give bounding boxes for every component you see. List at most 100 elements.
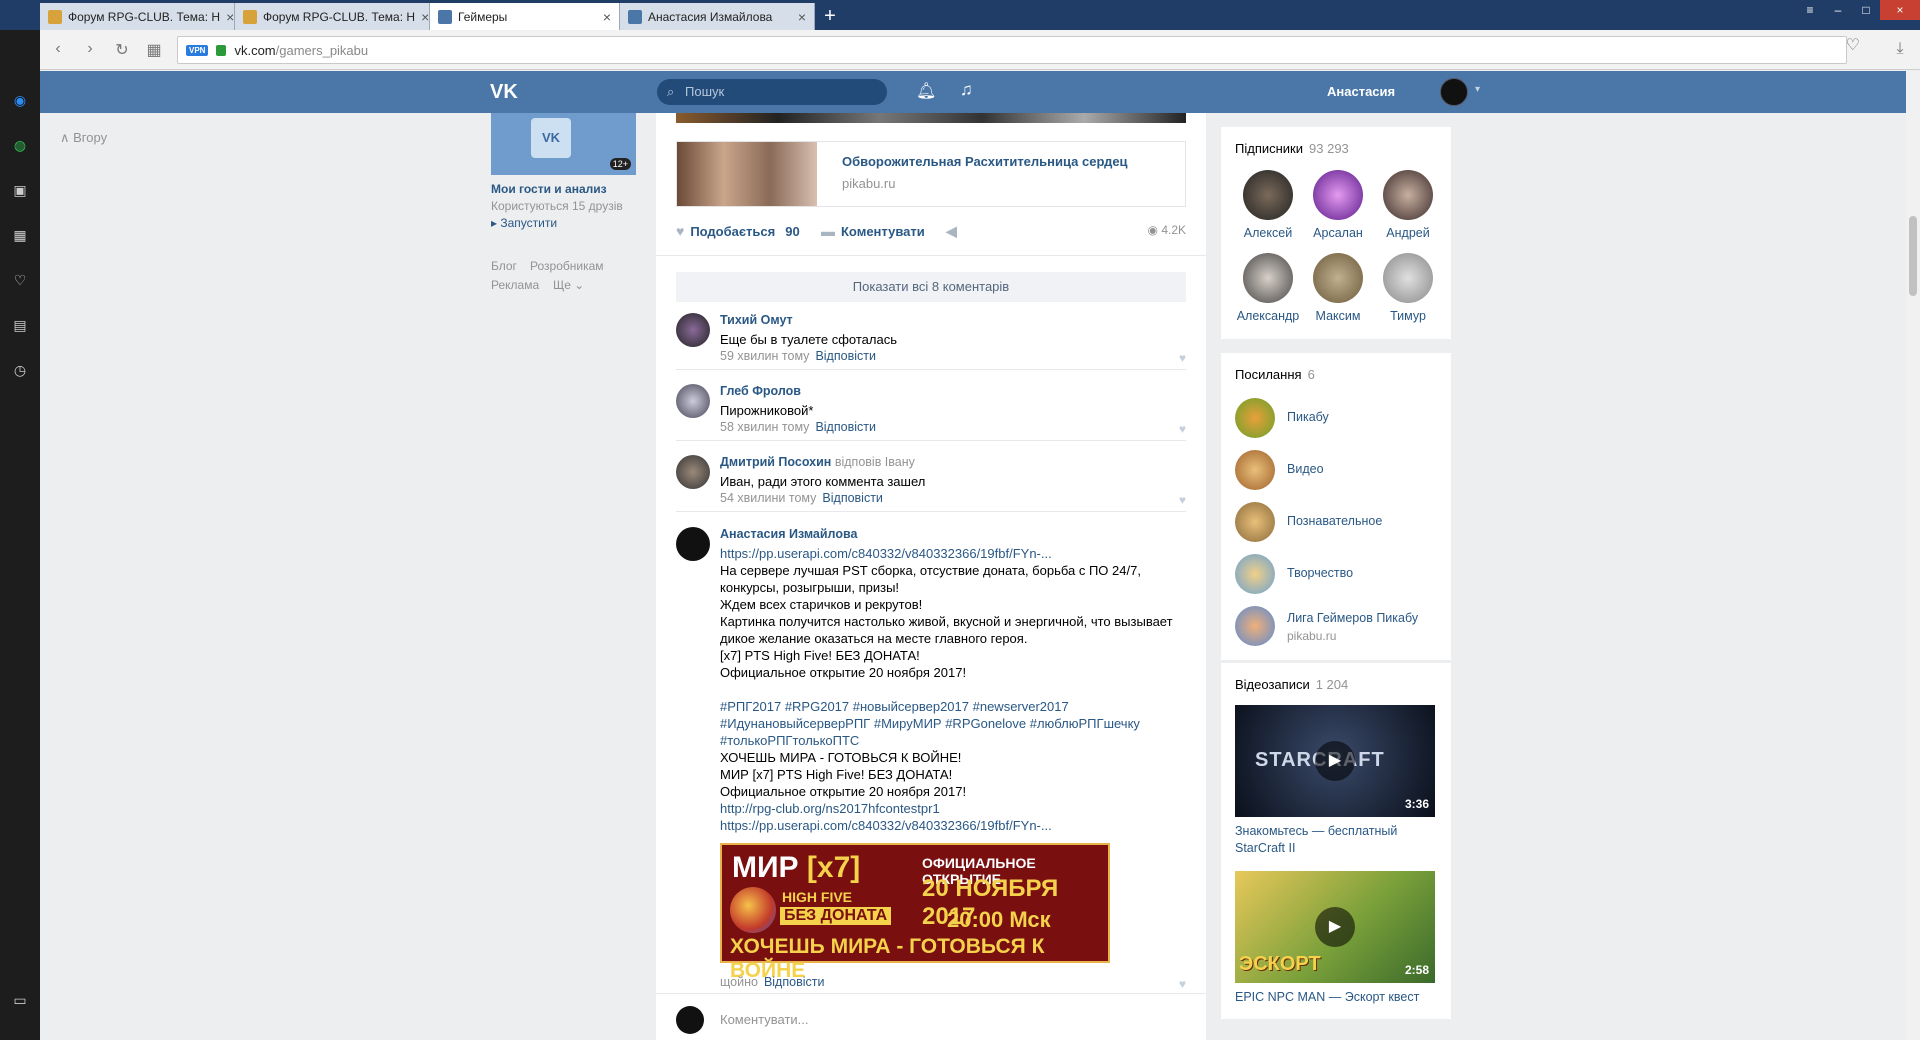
- video-title[interactable]: EPIC NPC MAN — Эскорт квест: [1235, 989, 1445, 1006]
- lock-icon[interactable]: [216, 44, 227, 56]
- comment-banner-image[interactable]: МИР [x7] ОФИЦИАЛЬНОЕ ОТКРЫТИЕ 20 НОЯБРЯ …: [720, 843, 1110, 982]
- hashtags[interactable]: #ИдунановыйсерверРПГ #МируМИР #RPGonelov…: [720, 715, 1186, 732]
- comment-link[interactable]: https://pp.userapi.com/c840332/v84033236…: [720, 545, 1186, 562]
- reply-link[interactable]: Відповісти: [764, 975, 825, 989]
- music-note-icon[interactable]: ♫: [960, 80, 973, 100]
- hashtags[interactable]: #РПГ2017 #RPG2017 #новыйсервер2017 #news…: [720, 698, 1186, 715]
- reload-icon[interactable]: ↻: [112, 40, 132, 60]
- tabs-grid-icon[interactable]: ▦: [144, 40, 164, 60]
- subscriber-item[interactable]: Александр: [1235, 253, 1301, 323]
- vpn-badge[interactable]: VPN: [186, 44, 209, 56]
- whatsapp-icon[interactable]: ◍: [10, 135, 30, 155]
- speed-dial-icon[interactable]: ▦: [10, 225, 30, 245]
- link-item[interactable]: Пикабу: [1235, 398, 1445, 438]
- comment-time[interactable]: 54 хвилини тому: [720, 491, 816, 505]
- shared-link-title[interactable]: Обворожительная Расхитительница сердец: [842, 154, 1128, 169]
- avatar[interactable]: [1440, 78, 1468, 106]
- footer-ads[interactable]: Реклама: [491, 278, 539, 292]
- like-heart-icon[interactable]: ♥: [1179, 493, 1186, 507]
- links-title[interactable]: Посилання 6: [1235, 367, 1315, 382]
- camera-icon[interactable]: ▣: [10, 180, 30, 200]
- avatar[interactable]: [676, 527, 710, 561]
- link-item[interactable]: Лига Геймеров Пикабу pikabu.ru: [1235, 606, 1445, 646]
- close-icon[interactable]: ×: [798, 9, 806, 25]
- close-icon[interactable]: ×: [421, 9, 429, 25]
- download-icon[interactable]: ⤓: [1890, 40, 1910, 58]
- like-button[interactable]: ♥ Подобається 90: [676, 223, 800, 239]
- game-card-image[interactable]: VK 12+: [491, 113, 636, 175]
- scroll-up-link[interactable]: ∧ Вгору: [60, 130, 107, 146]
- avatar[interactable]: [676, 313, 710, 347]
- comment-line: дикое желание оказаться на месте главног…: [720, 631, 1028, 646]
- link-item[interactable]: Познавательное: [1235, 502, 1445, 542]
- comment-link[interactable]: http://rpg-club.org/ns2017hfcontestpr1: [720, 800, 1186, 817]
- back-icon[interactable]: ‹: [48, 40, 68, 58]
- subscriber-item[interactable]: Алексей: [1235, 170, 1301, 240]
- show-all-comments-button[interactable]: Показати всі 8 коментарів: [676, 272, 1186, 302]
- new-tab-button[interactable]: +: [818, 5, 842, 27]
- reply-link[interactable]: Відповісти: [815, 349, 876, 363]
- tab-forum-2[interactable]: Форум RPG-CLUB. Тема: Н ×: [235, 3, 430, 30]
- game-title[interactable]: Мои гости и анализ: [491, 182, 607, 196]
- footer-more[interactable]: Ще ⌄: [553, 278, 584, 292]
- tab-anastasia[interactable]: Анастасия Измайлова ×: [620, 3, 815, 30]
- comment-author-name[interactable]: Дмитрий Посохин: [720, 455, 831, 469]
- history-icon[interactable]: ◷: [10, 360, 30, 380]
- subscriber-item[interactable]: Андрей: [1375, 170, 1441, 240]
- news-icon[interactable]: ▤: [10, 315, 30, 335]
- hashtags[interactable]: #толькоРПГтолькоПТС: [720, 732, 1186, 749]
- shared-link-card[interactable]: Обворожительная Расхитительница сердец p…: [676, 141, 1186, 207]
- reply-link[interactable]: Відповісти: [822, 491, 883, 505]
- menu-icon[interactable]: ≡: [1796, 0, 1824, 20]
- comment-input[interactable]: Коментувати...: [720, 1012, 809, 1027]
- comment-time[interactable]: 59 хвилин тому: [720, 349, 809, 363]
- close-window-icon[interactable]: ×: [1880, 0, 1920, 20]
- url-field[interactable]: VPN vk.com/gamers_pikabu: [177, 36, 1847, 64]
- sidebar-toggle-icon[interactable]: ▭: [10, 990, 30, 1010]
- tab-forum-1[interactable]: Форум RPG-CLUB. Тема: Н ×: [40, 3, 235, 30]
- messenger-icon[interactable]: ◉: [10, 90, 30, 110]
- link-item[interactable]: Творчество: [1235, 554, 1445, 594]
- comment-time[interactable]: щойно: [720, 975, 758, 989]
- maximize-icon[interactable]: □: [1852, 0, 1880, 20]
- scrollbar-thumb[interactable]: [1909, 216, 1917, 296]
- like-heart-icon[interactable]: ♥: [1179, 422, 1186, 436]
- minimize-icon[interactable]: –: [1824, 0, 1852, 20]
- tab-gamers[interactable]: Геймеры ×: [430, 3, 620, 30]
- comment-link[interactable]: https://pp.userapi.com/c840332/v84033236…: [720, 817, 1186, 834]
- comment-author[interactable]: Анастасия Измайлова: [720, 527, 857, 541]
- close-icon[interactable]: ×: [226, 9, 234, 25]
- search-input[interactable]: ⌕ Пошук: [657, 79, 887, 105]
- subscriber-item[interactable]: Арсалан: [1305, 170, 1371, 240]
- subscriber-item[interactable]: Тимур: [1375, 253, 1441, 323]
- footer-developers[interactable]: Розробникам: [530, 259, 604, 273]
- vk-logo[interactable]: VK: [490, 81, 518, 104]
- forward-icon[interactable]: ›: [80, 40, 100, 58]
- link-item[interactable]: Видео: [1235, 450, 1445, 490]
- like-heart-icon[interactable]: ♥: [1179, 977, 1186, 991]
- videos-title[interactable]: Відеозаписи 1 204: [1235, 677, 1348, 692]
- reply-link[interactable]: Відповісти: [815, 420, 876, 434]
- comment-author[interactable]: Глеб Фролов: [720, 384, 801, 398]
- footer-blog[interactable]: Блог: [491, 259, 517, 273]
- reply-to-text[interactable]: відповів Івану: [835, 455, 915, 469]
- bookmark-heart-icon[interactable]: ♡: [1846, 35, 1860, 55]
- page-scrollbar[interactable]: [1906, 71, 1920, 1040]
- heart-icon[interactable]: ♡: [10, 270, 30, 290]
- comment-author[interactable]: Тихий Омут: [720, 313, 793, 327]
- notifications-bell-icon[interactable]: 🔔︎: [916, 81, 936, 101]
- share-button[interactable]: ◀: [946, 223, 957, 240]
- age-badge: 12+: [609, 158, 631, 170]
- avatar[interactable]: [676, 384, 710, 418]
- subscribers-title[interactable]: Підписники 93 293: [1235, 141, 1349, 156]
- subscriber-item[interactable]: Максим: [1305, 253, 1371, 323]
- comment-button[interactable]: ▬ Коментувати: [821, 223, 925, 239]
- close-icon[interactable]: ×: [603, 9, 611, 25]
- avatar[interactable]: [676, 455, 710, 489]
- like-heart-icon[interactable]: ♥: [1179, 351, 1186, 365]
- chevron-down-icon[interactable]: ▾: [1475, 84, 1480, 95]
- game-launch-link[interactable]: ▸ Запустити: [491, 216, 557, 230]
- video-title[interactable]: Знакомьтесь — бесплатный StarCraft II: [1235, 823, 1435, 857]
- user-name[interactable]: Анастасия: [1327, 84, 1395, 99]
- comment-time[interactable]: 58 хвилин тому: [720, 420, 809, 434]
